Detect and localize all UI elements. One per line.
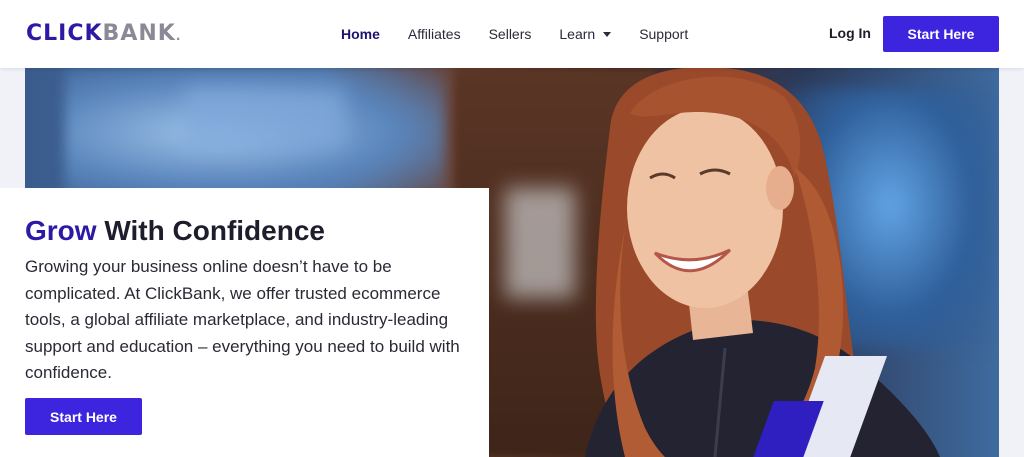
nav-item-home[interactable]: Home — [341, 26, 380, 42]
hero-title: Grow With Confidence — [25, 214, 325, 248]
hero-start-here-button[interactable]: Start Here — [25, 398, 142, 435]
hero-title-rest: With Confidence — [96, 215, 325, 246]
nav-item-support-label: Support — [639, 26, 689, 42]
nav-item-affiliates-label: Affiliates — [407, 26, 461, 42]
main-nav: Home Affiliates Sellers Learn Support — [341, 0, 716, 68]
hero-description: Growing your business online doesn’t hav… — [25, 257, 460, 382]
nav-item-support[interactable]: Support — [639, 26, 688, 42]
logo-text-click: CLICK — [26, 21, 103, 46]
logo-text-bank: BANK — [102, 21, 176, 46]
clickbank-logo[interactable]: CLICKBANK. — [26, 22, 181, 48]
login-link[interactable]: Log In — [829, 25, 871, 41]
nav-item-sellers-label: Sellers — [488, 26, 532, 42]
chevron-down-icon — [603, 31, 612, 37]
hero-card: Grow With Confidence Growing your busine… — [0, 188, 489, 457]
nav-item-learn[interactable]: Learn — [559, 26, 612, 42]
nav-item-home-label: Home — [341, 26, 380, 42]
logo-mark: . — [175, 29, 182, 43]
nav-item-learn-label: Learn — [559, 26, 596, 42]
nav-item-affiliates[interactable]: Affiliates — [408, 26, 461, 42]
hero-title-highlight: Grow — [25, 215, 97, 246]
nav-item-sellers[interactable]: Sellers — [489, 26, 532, 42]
site-header: CLICKBANK. Home Affiliates Sellers Learn… — [0, 0, 1024, 68]
header-start-here-button[interactable]: Start Here — [883, 16, 999, 52]
